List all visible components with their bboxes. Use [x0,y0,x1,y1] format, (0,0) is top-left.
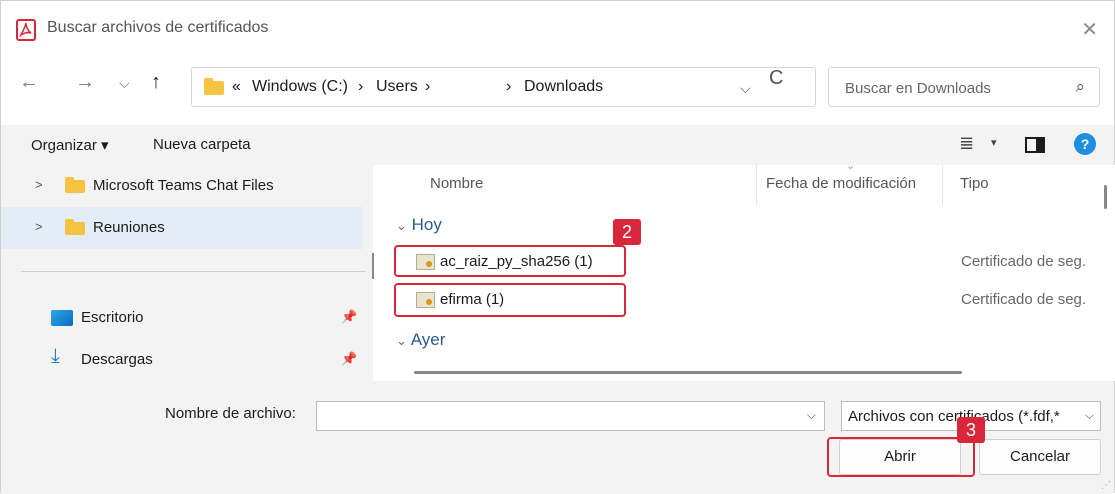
new-folder-button[interactable]: Nueva carpeta [153,136,251,153]
filename-label: Nombre de archivo: [165,405,296,422]
title-bar: Buscar archivos de certificados ✕ [1,1,1114,59]
window-title: Buscar archivos de certificados [47,19,269,36]
folder-icon [65,177,85,193]
file-list: ⌄ Nombre Fecha de modificación Tipo ⌄ Ho… [386,160,1115,381]
command-bar: Organizar ▾ Nueva carpeta ≣ ▾ ? [1,125,1114,165]
view-options-icon[interactable]: ≣ [959,133,974,154]
breadcrumb-sep: › [425,78,431,95]
column-divider[interactable] [942,165,943,205]
view-dropdown-icon[interactable]: ▾ [991,136,997,149]
quick-access-escritorio[interactable]: Escritorio 📌 [1,299,363,335]
recent-locations-icon[interactable]: ⌵ [119,75,130,92]
column-header-type[interactable]: Tipo [960,175,989,192]
step-badge-2: 2 [613,219,641,245]
divider [21,271,366,272]
group-header-hoy[interactable]: ⌄ Hoy [396,215,442,235]
breadcrumb-sep: › [506,78,512,95]
expand-chevron-icon[interactable]: > [35,219,43,234]
help-icon[interactable]: ? [1074,133,1096,155]
highlight-box-open [827,437,975,477]
address-bar[interactable]: « Windows (C:) › Users › › Downloads ⌵ [191,67,816,107]
navigation-pane: > Microsoft Teams Chat Files > Reuniones… [1,165,373,381]
quick-access-label: Descargas [81,351,153,368]
step-badge-3: 3 [957,417,985,443]
filetype-value: Archivos con certificados (*.fdf,* [848,408,1060,425]
nav-item-label: Reuniones [93,219,165,236]
search-placeholder: Buscar en Downloads [845,80,991,97]
group-label: Ayer [410,330,446,349]
highlight-box-file1 [394,245,626,277]
forward-arrow-icon[interactable]: → [75,71,95,94]
breadcrumb-sep: › [358,78,364,95]
expand-chevron-icon[interactable]: > [35,177,43,192]
organize-menu[interactable]: Organizar ▾ [31,136,109,154]
close-icon[interactable]: ✕ [1081,17,1098,42]
pane-splitter[interactable] [372,253,374,279]
filename-input[interactable]: ⌵ [316,401,825,431]
nav-item-label: Microsoft Teams Chat Files [93,177,274,194]
address-row: ← → ⌵ ↑ « Windows (C:) › Users › › Downl… [1,59,1114,119]
group-label: Hoy [411,215,442,234]
preview-pane-icon[interactable] [1025,137,1045,153]
group-chevron-icon: ⌄ [396,218,407,233]
filetype-dropdown-icon[interactable]: ⌵ [1081,408,1094,423]
nav-item-teams-chat-files[interactable]: > Microsoft Teams Chat Files [1,165,363,207]
file-type: Certificado de seg. [961,253,1087,270]
cancel-button[interactable]: Cancelar [979,439,1101,475]
breadcrumb-users[interactable]: Users [376,78,418,96]
back-arrow-icon[interactable]: ← [19,71,39,94]
breadcrumb-overflow[interactable]: « [232,78,241,96]
quick-access-descargas[interactable]: ⤓ Descargas 📌 [1,341,363,377]
search-icon[interactable]: ⌕ [1075,77,1085,97]
column-header-date[interactable]: Fecha de modificación [766,175,916,192]
filename-dropdown-icon[interactable]: ⌵ [807,408,816,423]
breadcrumb-downloads[interactable]: Downloads [524,78,603,96]
refresh-icon[interactable]: C [769,67,783,90]
download-icon: ⤓ [51,345,60,367]
vertical-scrollbar[interactable] [1104,185,1107,209]
highlight-box-file2 [394,283,626,317]
group-chevron-icon: ⌄ [396,333,407,348]
file-dialog: Buscar archivos de certificados ✕ ← → ⌵ … [0,0,1115,494]
up-arrow-icon[interactable]: ↑ [151,71,161,94]
pin-icon[interactable]: 📌 [341,309,357,325]
breadcrumb-drive[interactable]: Windows (C:) [252,78,348,96]
column-divider[interactable] [756,165,757,205]
group-header-ayer[interactable]: ⌄ Ayer [396,330,445,350]
search-box[interactable]: Buscar en Downloads ⌕ [828,67,1100,107]
nav-item-reuniones[interactable]: > Reuniones [1,207,363,249]
pin-icon[interactable]: 📌 [341,351,357,367]
resize-grip-icon[interactable]: ⋰ [1101,480,1111,491]
folder-icon [65,219,85,235]
address-dropdown-icon[interactable]: ⌵ [740,80,751,97]
folder-icon [204,78,224,95]
desktop-icon [51,310,73,326]
sort-indicator-icon: ⌄ [846,160,856,172]
quick-access-label: Escritorio [81,309,144,326]
pdf-app-icon [16,19,36,41]
horizontal-scrollbar[interactable] [414,371,962,374]
file-type: Certificado de seg. [961,291,1087,308]
bottom-bar: Nombre de archivo: ⌵ Archivos con certif… [1,381,1114,494]
column-header-name[interactable]: Nombre [430,175,483,192]
